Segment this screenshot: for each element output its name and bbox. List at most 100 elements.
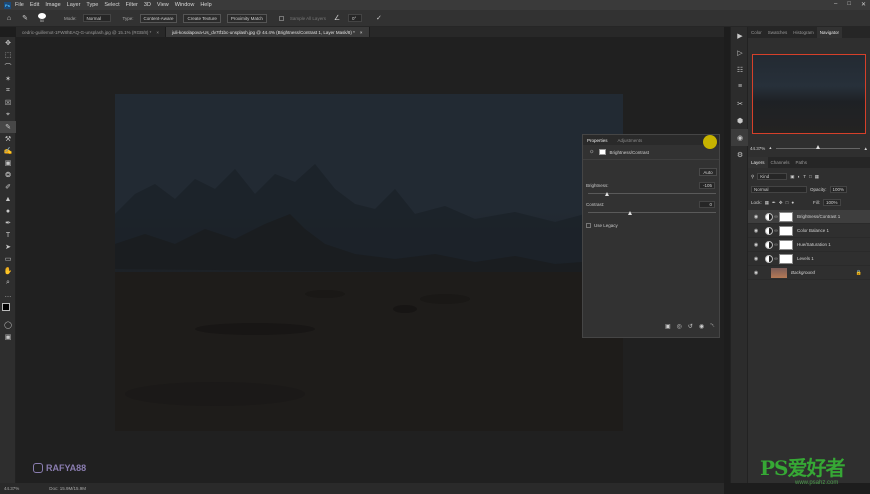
spot-healing-brush-icon[interactable]: ✎ (20, 13, 30, 23)
crop-tool-icon[interactable]: ⌗ (0, 85, 16, 97)
filter-adjustment-icon[interactable]: ◐ (798, 174, 801, 179)
actions-icon[interactable]: ▷ (731, 44, 749, 61)
layer-mask-thumbnail[interactable] (779, 239, 793, 250)
menu-help[interactable]: Help (200, 2, 211, 8)
menu-filter[interactable]: Filter (126, 2, 138, 8)
zoom-tool-icon[interactable]: ⌕ (0, 277, 16, 289)
play-icon[interactable]: ▶ (731, 27, 749, 44)
auto-button[interactable]: Auto (699, 168, 717, 176)
lasso-tool-icon[interactable]: ⌒ (0, 61, 16, 73)
tools-icon[interactable]: ✂ (731, 95, 749, 112)
fill-input[interactable]: 100% (823, 199, 841, 206)
layer-row[interactable]: ◉ ∞ Brightness/Contrast 1 (748, 210, 870, 224)
lock-image-icon[interactable]: ✒ (772, 200, 776, 206)
dodge-tool-icon[interactable]: ▲ (0, 193, 16, 205)
blend-mode-dropdown[interactable]: Normal (751, 186, 807, 193)
adjustments-icon[interactable]: ≡ (731, 78, 749, 95)
3d-icon[interactable]: ⬢ (731, 112, 749, 129)
lock-all-icon[interactable]: ● (791, 200, 794, 205)
menu-type[interactable]: Type (86, 2, 98, 8)
menu-3d[interactable]: 3D (144, 2, 151, 8)
tab-histogram[interactable]: Histogram (790, 30, 817, 35)
navigator-preview[interactable] (752, 54, 866, 134)
visibility-eye-icon[interactable]: ◉ (751, 228, 761, 234)
layer-row[interactable]: ◉ Background 🔒 (748, 266, 870, 280)
visibility-eye-icon[interactable]: ◉ (751, 242, 761, 248)
layer-mask-thumbnail[interactable] (779, 253, 793, 264)
lock-icon[interactable]: 🔒 (856, 270, 862, 276)
stamp-tool-icon[interactable]: ⚒ (0, 133, 16, 145)
tab-adjustments[interactable]: Adjustments (618, 138, 643, 143)
zoom-out-icon[interactable]: ▴ (769, 145, 771, 151)
layer-mask-thumbnail[interactable] (779, 211, 793, 222)
layer-row[interactable]: ◉ ∞ Color Balance 1 (748, 224, 870, 238)
styles-icon[interactable]: ⚙ (731, 146, 749, 163)
tab-document-2[interactable]: juli-kosolapova-Us_dv7tf1bc-unsplash.jpg… (166, 27, 370, 37)
filter-pixel-icon[interactable]: ▣ (790, 174, 794, 180)
create-texture-button[interactable]: Create Texture (183, 13, 221, 23)
pressure-icon[interactable]: ✓ (374, 13, 384, 23)
contrast-slider-thumb[interactable] (628, 211, 633, 215)
brush-tool-icon[interactable]: ✍ (0, 145, 16, 157)
document-image[interactable] (115, 94, 623, 431)
layer-mask-icon[interactable] (598, 149, 606, 155)
reset-icon[interactable]: ↺ (688, 323, 693, 333)
tab-close-icon[interactable]: × (156, 30, 159, 35)
brightness-slider-thumb[interactable] (604, 192, 609, 196)
gradient-tool-icon[interactable]: ❂ (0, 169, 16, 181)
filter-type-icon[interactable]: T (803, 174, 806, 179)
menu-select[interactable]: Select (104, 2, 119, 8)
brightness-value-input[interactable]: -105 (699, 182, 715, 189)
properties-icon[interactable]: ◉ (731, 129, 749, 146)
menu-image[interactable]: Image (45, 2, 60, 8)
shape-tool-icon[interactable]: ▭ (0, 253, 16, 265)
tab-navigator[interactable]: Navigator (816, 27, 843, 38)
zoom-level[interactable]: 44.37% (4, 486, 19, 491)
menu-window[interactable]: Window (175, 2, 195, 8)
color-swatches[interactable] (0, 301, 16, 319)
maximize-icon[interactable]: □ (847, 1, 851, 8)
marquee-tool-icon[interactable]: ⬚ (0, 49, 16, 61)
contrast-slider-track[interactable] (588, 212, 716, 213)
tab-channels[interactable]: Channels (768, 160, 793, 165)
eraser-tool-icon[interactable]: ▣ (0, 157, 16, 169)
delete-icon[interactable]: ␡ (710, 323, 715, 333)
angle-input[interactable]: 0° (347, 14, 362, 22)
blur-tool-icon[interactable]: ✐ (0, 181, 16, 193)
clip-to-layer-icon[interactable]: ▣ (665, 323, 671, 333)
tab-layers[interactable]: Layers (748, 157, 768, 168)
proximity-match-button[interactable]: Proximity Match (226, 13, 267, 23)
healing-brush-tool-icon[interactable]: ✎ (0, 121, 16, 133)
contrast-value-input[interactable]: 0 (699, 201, 715, 208)
view-previous-icon[interactable]: ◎ (677, 323, 682, 333)
lock-artboard-icon[interactable]: □ (786, 200, 789, 205)
lock-transparent-icon[interactable]: ▦ (765, 200, 769, 206)
more-tools-icon[interactable]: … (0, 289, 16, 301)
visibility-eye-icon[interactable]: ◉ (751, 256, 761, 262)
path-select-tool-icon[interactable]: ➤ (0, 241, 16, 253)
visibility-eye-icon[interactable]: ◉ (751, 270, 761, 276)
menu-file[interactable]: File (15, 2, 24, 8)
foreground-color-swatch[interactable] (2, 303, 10, 311)
layer-row[interactable]: ◉ ∞ Levels 1 (748, 252, 870, 266)
brush-settings-icon[interactable]: ☷ (731, 61, 749, 78)
burn-tool-icon[interactable]: ● (0, 205, 16, 217)
visibility-eye-icon[interactable]: ◉ (751, 214, 761, 220)
tab-swatches[interactable]: Swatches (765, 30, 791, 35)
filter-shape-icon[interactable]: □ (809, 174, 812, 179)
tab-properties[interactable]: Properties (587, 138, 608, 143)
home-icon[interactable]: ⌂ (4, 13, 14, 23)
kind-filter-dropdown[interactable]: Kind (757, 173, 788, 180)
close-window-icon[interactable]: ✕ (861, 1, 866, 8)
screen-mode-icon[interactable]: ▣ (0, 331, 16, 343)
menu-layer[interactable]: Layer (67, 2, 81, 8)
menu-edit[interactable]: Edit (30, 2, 39, 8)
quick-select-tool-icon[interactable]: ✶ (0, 73, 16, 85)
type-tool-icon[interactable]: T (0, 229, 16, 241)
minimize-icon[interactable]: – (834, 1, 837, 8)
content-aware-button[interactable]: Content-Aware (139, 13, 178, 23)
mode-dropdown[interactable]: Normal (82, 14, 111, 22)
filter-smart-object-icon[interactable]: ▦ (815, 174, 819, 180)
hand-tool-icon[interactable]: ✋ (0, 265, 16, 277)
navigator-zoom-thumb[interactable] (815, 144, 820, 149)
